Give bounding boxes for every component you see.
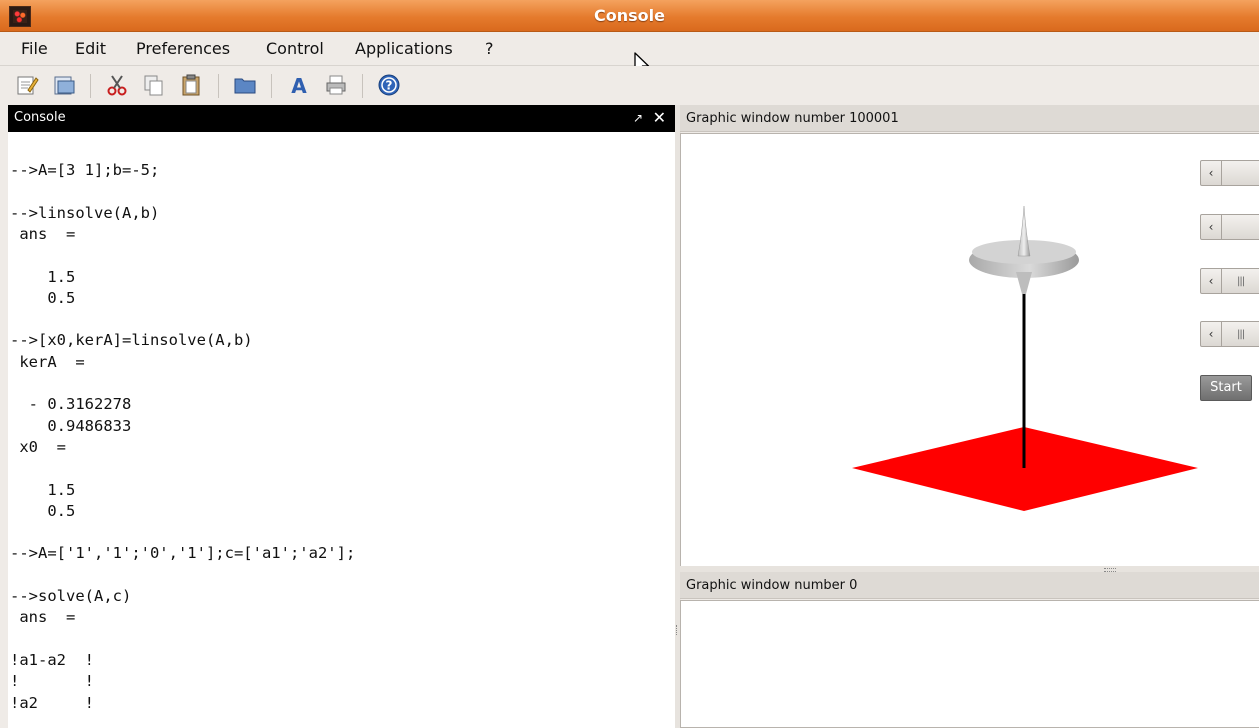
console-line: ans = bbox=[10, 224, 76, 243]
toolbar-separator bbox=[218, 74, 219, 98]
console-line: -->solve(A,c) bbox=[10, 587, 132, 605]
console-line: 0.5 bbox=[10, 288, 76, 307]
menu-control[interactable]: Control bbox=[266, 39, 324, 58]
graphic-window-title: Graphic window number 100001 bbox=[686, 111, 899, 126]
console-title: Console bbox=[14, 110, 66, 125]
spinning-top-tip bbox=[1016, 272, 1032, 294]
slider-grip-icon[interactable]: ||| bbox=[1237, 276, 1245, 287]
slider-2[interactable]: ‹ bbox=[1200, 214, 1259, 240]
console-line: -->linsolve(A,b) bbox=[10, 203, 160, 222]
slider-left-arrow-icon[interactable]: ‹ bbox=[1201, 269, 1222, 293]
console-output[interactable]: -->A=[3 1];b=-5; -->linsolve(A,b) ans = 1… bbox=[8, 133, 675, 728]
console-line: ans = bbox=[10, 608, 76, 627]
console-line: kerA = bbox=[10, 352, 85, 371]
graphic-window-header: Graphic window number 100001 bbox=[680, 105, 1259, 132]
close-icon[interactable]: ✕ bbox=[653, 108, 666, 127]
menu-help[interactable]: ? bbox=[485, 39, 494, 58]
cut-icon[interactable] bbox=[105, 73, 129, 97]
console-line: - 0.3162278 bbox=[10, 395, 132, 414]
paste-icon[interactable] bbox=[179, 73, 203, 97]
title-bar: Console bbox=[0, 0, 1259, 32]
graphic-window-title: Graphic window number 0 bbox=[686, 578, 858, 593]
console-line: -->[x0,kerA]=linsolve(A,b) bbox=[10, 331, 253, 350]
slider-3[interactable]: ‹ ||| bbox=[1200, 268, 1259, 294]
copy-icon[interactable] bbox=[142, 73, 166, 97]
folder-icon[interactable] bbox=[233, 73, 257, 97]
graphic-canvas[interactable] bbox=[680, 600, 1259, 728]
console-line: ! ! bbox=[10, 672, 94, 691]
print-icon[interactable] bbox=[324, 73, 348, 97]
console-panel: Console ↗ ✕ -->A=[3 1];b=-5; -->linsolve(… bbox=[8, 105, 676, 728]
menu-edit[interactable]: Edit bbox=[75, 39, 106, 58]
console-line: -->A=[3 1];b=-5; bbox=[10, 161, 160, 179]
toolbar-separator bbox=[90, 74, 91, 98]
font-icon[interactable]: A bbox=[287, 73, 311, 97]
console-line: x0 = bbox=[10, 437, 66, 456]
window-title: Console bbox=[594, 6, 665, 25]
undock-icon[interactable]: ↗ bbox=[633, 111, 643, 125]
help-icon[interactable]: ? bbox=[377, 73, 401, 97]
console-header: Console ↗ ✕ bbox=[8, 105, 675, 132]
3d-scene[interactable] bbox=[680, 134, 1259, 566]
new-editor-icon[interactable] bbox=[15, 73, 39, 97]
svg-text:?: ? bbox=[386, 79, 393, 93]
slider-grip-icon[interactable]: ||| bbox=[1237, 329, 1245, 340]
graphic-window-0: Graphic window number 0 bbox=[680, 572, 1259, 728]
slider-left-arrow-icon[interactable]: ‹ bbox=[1201, 215, 1222, 239]
menu-file[interactable]: File bbox=[21, 39, 48, 58]
console-line: 0.5 bbox=[10, 501, 76, 520]
menu-applications[interactable]: Applications bbox=[355, 39, 453, 58]
start-button[interactable]: Start bbox=[1200, 375, 1252, 401]
slider-left-arrow-icon[interactable]: ‹ bbox=[1201, 161, 1222, 185]
menu-preferences[interactable]: Preferences bbox=[136, 39, 230, 58]
svg-text:A: A bbox=[291, 74, 307, 97]
graphic-window-header: Graphic window number 0 bbox=[680, 572, 1259, 599]
slider-1[interactable]: ‹ bbox=[1200, 160, 1259, 186]
console-line: -->A=['1','1';'0','1'];c=['a1';'a2']; bbox=[10, 544, 356, 563]
toolbar-separator bbox=[362, 74, 363, 98]
open-icon[interactable] bbox=[52, 73, 76, 97]
menu-bar: File Edit Preferences Control Applicatio… bbox=[0, 32, 1259, 66]
console-line: 0.9486833 bbox=[10, 416, 132, 435]
toolbar: A ? bbox=[0, 66, 1259, 104]
spinning-top-spike bbox=[1017, 205, 1031, 257]
console-line: !a1-a2 ! bbox=[10, 650, 94, 669]
console-line: 1.5 bbox=[10, 480, 76, 499]
slider-left-arrow-icon[interactable]: ‹ bbox=[1201, 322, 1222, 346]
console-line: !a2 ! bbox=[10, 693, 94, 712]
slider-4[interactable]: ‹ ||| bbox=[1200, 321, 1259, 347]
console-line: 1.5 bbox=[10, 267, 76, 286]
toolbar-separator bbox=[271, 74, 272, 98]
